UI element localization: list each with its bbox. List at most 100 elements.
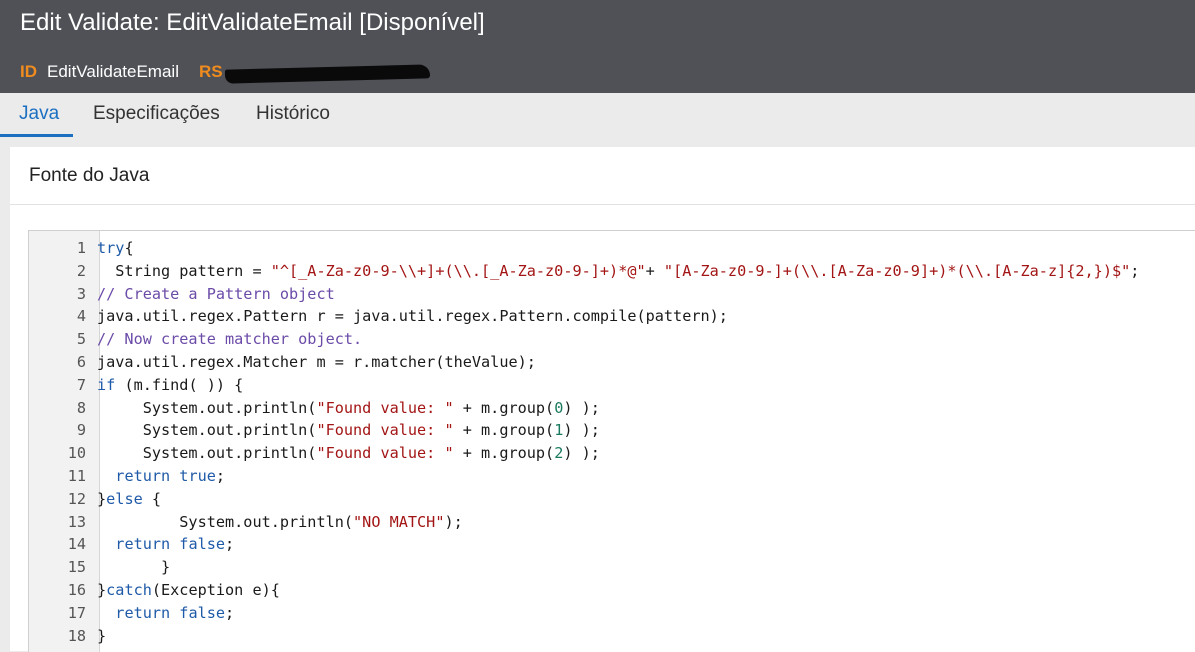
page-title: Edit Validate: EditValidateEmail [Dispon…: [20, 9, 485, 36]
code-token: }: [97, 558, 171, 577]
code-token: System.out.println(: [97, 398, 317, 417]
code-text[interactable]: String pattern = "^[_A-Za-z0-9-\\+]+(\\.…: [97, 260, 1139, 283]
code-token: 2: [554, 444, 564, 463]
line-number: 8: [76, 398, 86, 417]
code-text[interactable]: System.out.println("Found value: " + m.g…: [97, 419, 600, 442]
code-text[interactable]: System.out.println("Found value: " + m.g…: [97, 397, 600, 420]
divider: [10, 204, 1195, 205]
line-number: 7: [76, 375, 86, 394]
panel-title: Fonte do Java: [29, 165, 150, 186]
code-text[interactable]: // Now create matcher object.: [97, 328, 362, 351]
code-line[interactable]: 2 String pattern = "^[_A-Za-z0-9-\\+]+(\…: [29, 260, 1195, 283]
code-token: }: [97, 626, 107, 645]
line-number: 16: [67, 580, 86, 599]
code-line[interactable]: 11 return true;: [29, 465, 1195, 488]
line-number: 17: [67, 603, 86, 622]
code-token: return false: [115, 535, 226, 554]
tab-especificacoes[interactable]: Especificações: [93, 93, 220, 137]
code-token: "^[_A-Za-z0-9-\\+]+(\\.[_A-Za-z0-9-]+)*@…: [270, 261, 646, 280]
tab-historico[interactable]: Histórico: [256, 93, 330, 137]
code-token: System.out.println(: [97, 444, 317, 463]
code-text[interactable]: // Create a Pattern object: [97, 283, 335, 306]
code-text[interactable]: }: [97, 625, 106, 648]
id-value: EditValidateEmail: [47, 62, 179, 81]
code-token: "Found value: ": [316, 444, 454, 463]
code-token: + m.group(: [453, 398, 555, 417]
line-number: 6: [76, 352, 86, 371]
line-number: 1: [76, 239, 86, 257]
code-line[interactable]: 15 }: [29, 556, 1195, 579]
code-token: else: [106, 489, 143, 508]
code-line[interactable]: 3 // Create a Pattern object: [29, 283, 1195, 306]
code-token: String pattern =: [97, 261, 271, 280]
code-token: }: [97, 580, 107, 599]
code-text[interactable]: java.util.regex.Matcher m = r.matcher(th…: [97, 351, 536, 374]
id-label: ID: [20, 62, 37, 81]
code-token: ;: [1130, 261, 1140, 280]
code-line[interactable]: 16 }catch(Exception e){: [29, 579, 1195, 602]
code-text[interactable]: }: [97, 556, 170, 579]
code-text[interactable]: try{: [97, 237, 134, 260]
code-token: "NO MATCH": [353, 512, 445, 531]
code-editor[interactable]: 1 try{2 String pattern = "^[_A-Za-z0-9-\\…: [28, 230, 1195, 652]
code-token: + m.group(: [453, 444, 555, 463]
code-text[interactable]: return false;: [97, 533, 234, 556]
code-text[interactable]: return true;: [97, 465, 225, 488]
code-token: {: [142, 489, 162, 508]
code-text[interactable]: System.out.println("Found value: " + m.g…: [97, 442, 600, 465]
code-token: "Found value: ": [316, 398, 454, 417]
java-source-panel: Fonte do Java 1 try{2 String pattern = "^…: [10, 147, 1195, 652]
code-line[interactable]: 4 java.util.regex.Pattern r = java.util.r…: [29, 305, 1195, 328]
code-line[interactable]: 7 if (m.find( )) {: [29, 374, 1195, 397]
code-line[interactable]: 14 return false;: [29, 533, 1195, 556]
code-text[interactable]: System.out.println("NO MATCH");: [97, 511, 462, 534]
code-token: 1: [554, 421, 564, 440]
code-token: if: [97, 375, 116, 394]
line-number: 3: [76, 284, 86, 303]
window-header: Edit Validate: EditValidateEmail [Dispon…: [0, 0, 1195, 93]
line-number: 5: [76, 330, 86, 349]
line-number: 4: [76, 307, 86, 326]
code-token: java.util.regex.Pattern r = java.util.re…: [97, 307, 728, 326]
code-token: return true: [115, 466, 216, 485]
code-lines[interactable]: 1 try{2 String pattern = "^[_A-Za-z0-9-\\…: [29, 237, 1195, 647]
code-token: ;: [225, 603, 235, 622]
code-token: System.out.println(: [97, 512, 354, 531]
code-text[interactable]: return false;: [97, 602, 234, 625]
line-number: 18: [67, 626, 86, 645]
code-token: + m.group(: [453, 421, 555, 440]
code-line[interactable]: 18}: [29, 625, 1195, 648]
code-token: ) );: [563, 398, 600, 417]
code-token: (Exception e){: [151, 580, 280, 599]
code-token: 0: [554, 398, 564, 417]
code-line[interactable]: 12}else {: [29, 488, 1195, 511]
code-line[interactable]: 10 System.out.println("Found value: " + …: [29, 442, 1195, 465]
code-token: ) );: [563, 421, 600, 440]
code-token: ) );: [563, 444, 600, 463]
line-number: 9: [76, 421, 86, 440]
tab-java[interactable]: Java: [19, 93, 59, 137]
code-text[interactable]: java.util.regex.Pattern r = java.util.re…: [97, 305, 728, 328]
code-text[interactable]: }else {: [97, 488, 161, 511]
code-token: "Found value: ": [316, 421, 454, 440]
code-token: try: [97, 239, 125, 257]
code-line[interactable]: 8 System.out.println("Found value: " + m…: [29, 397, 1195, 420]
line-number: 14: [67, 535, 86, 554]
line-number: 10: [67, 444, 86, 463]
code-text[interactable]: if (m.find( )) {: [97, 374, 243, 397]
code-token: // Now create matcher object.: [97, 330, 363, 349]
tab-bar: Java Especificações Histórico: [0, 93, 1195, 146]
code-line[interactable]: 9 System.out.println("Found value: " + m…: [29, 419, 1195, 442]
code-line[interactable]: 1 try{: [29, 237, 1195, 260]
code-token: }: [97, 489, 107, 508]
line-number: 12: [67, 489, 86, 508]
code-line[interactable]: 5 // Now create matcher object.: [29, 328, 1195, 351]
code-line[interactable]: 13 System.out.println("NO MATCH");: [29, 511, 1195, 534]
code-line[interactable]: 6 java.util.regex.Matcher m = r.matcher(t…: [29, 351, 1195, 374]
code-line[interactable]: 17 return false;: [29, 602, 1195, 625]
code-token: "[A-Za-z0-9-]+(\\.[A-Za-z0-9]+)*(\\.[A-Z…: [663, 261, 1131, 280]
line-number: 11: [67, 466, 86, 485]
code-text[interactable]: }catch(Exception e){: [97, 579, 280, 602]
